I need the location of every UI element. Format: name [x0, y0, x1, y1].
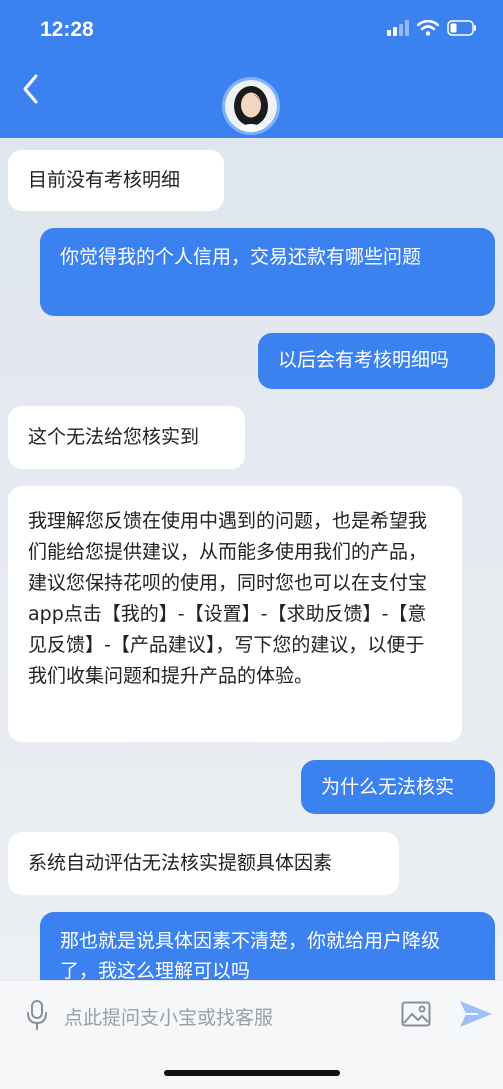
send-icon[interactable] — [458, 999, 494, 1029]
status-bar: 12:28 — [0, 0, 503, 62]
home-indicator — [164, 1070, 340, 1076]
message-bubble: 为什么无法核实 — [301, 760, 495, 814]
message-bubble: 目前没有考核明细 — [8, 150, 224, 211]
message-text: 你觉得我的个人信用，交易还款有哪些问题 — [60, 246, 422, 268]
chat-area[interactable]: 目前没有考核明细 你觉得我的个人信用，交易还款有哪些问题 以后会有考核明细吗 这… — [0, 138, 503, 980]
message-text: 那也就是说具体因素不清楚，你就给用户降级了，我这么理解可以吗 — [60, 930, 441, 980]
message-bubble: 以后会有考核明细吗 — [258, 333, 495, 389]
chevron-left-icon[interactable] — [18, 72, 44, 106]
status-time: 12:28 — [40, 18, 94, 41]
message-text: 系统自动评估无法核实提额具体因素 — [28, 852, 333, 874]
message-bubble: 系统自动评估无法核实提额具体因素 — [8, 832, 399, 895]
message-text: 目前没有考核明细 — [28, 169, 181, 191]
message-text: 我理解您反馈在使用中遇到的问题，也是希望我们能给您提供建议，从而能多使用我们的产… — [28, 510, 428, 687]
wifi-icon — [417, 20, 439, 36]
assistant-avatar[interactable] — [222, 77, 280, 135]
message-bubble: 那也就是说具体因素不清楚，你就给用户降级了，我这么理解可以吗 — [40, 912, 495, 980]
message-text: 以后会有考核明细吗 — [278, 349, 450, 371]
chat-header: 12:28 — [0, 0, 503, 138]
message-bubble: 我理解您反馈在使用中遇到的问题，也是希望我们能给您提供建议，从而能多使用我们的产… — [8, 486, 462, 742]
battery-icon — [447, 20, 476, 36]
message-text: 为什么无法核实 — [321, 776, 455, 798]
microphone-icon[interactable] — [26, 1000, 48, 1030]
message-bubble: 你觉得我的个人信用，交易还款有哪些问题 — [40, 228, 495, 316]
message-bubble: 这个无法给您核实到 — [8, 406, 245, 469]
signal-icon — [387, 20, 409, 36]
image-icon[interactable] — [401, 1001, 431, 1027]
status-icons — [387, 20, 477, 36]
message-text: 这个无法给您核实到 — [28, 426, 200, 448]
question-input[interactable]: 点此提问支小宝或找客服 — [64, 1003, 273, 1030]
